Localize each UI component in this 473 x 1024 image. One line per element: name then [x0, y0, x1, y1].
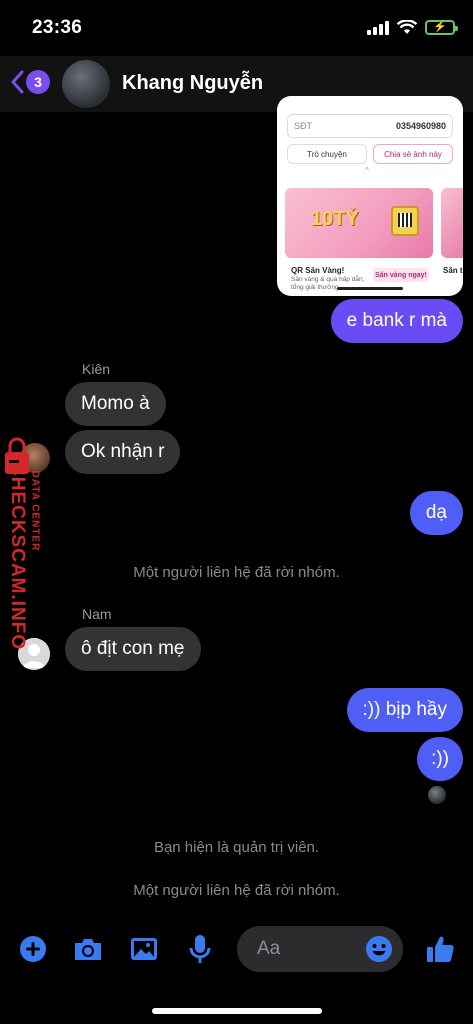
system-message: Một người liên hệ đã rời nhóm. [133, 564, 340, 581]
camera-button[interactable] [71, 932, 105, 966]
qr-icon [391, 206, 419, 236]
message-input[interactable]: Aa [237, 926, 403, 972]
contact-avatar[interactable] [62, 60, 110, 108]
emoji-icon[interactable] [365, 935, 393, 963]
message-outgoing[interactable]: dạ [409, 491, 463, 535]
chevron-up-icon: ^ [365, 166, 369, 175]
promo-title: QR Săn Vàng! [291, 266, 345, 275]
mic-icon [189, 935, 211, 963]
system-message: Một người liên hệ đã rời nhóm. [133, 882, 340, 899]
signal-icon [367, 20, 389, 35]
unread-badge: 3 [26, 70, 50, 94]
home-indicator [152, 1008, 322, 1014]
battery-icon: ⚡ [425, 20, 458, 35]
voice-button[interactable] [183, 932, 217, 966]
card-buttons: Trò chuyện Chia sẻ ảnh này [287, 144, 453, 164]
message-outgoing[interactable]: e bank r mà [330, 299, 463, 343]
chevron-left-icon [11, 70, 24, 94]
promo-side-title: Săn t [443, 266, 463, 275]
back-button[interactable]: 3 [10, 70, 50, 94]
plus-icon [20, 936, 46, 962]
status-bar: 23:36 ⚡ [0, 0, 473, 56]
phone-value: 0354960980 [395, 121, 446, 131]
watermark: DATA CENTER CHECKSCAM.INFO [4, 436, 44, 666]
message-incoming[interactable]: Momo à [65, 382, 166, 426]
status-icons: ⚡ [367, 20, 458, 35]
composer-bar: Aa [0, 924, 473, 974]
home-indicator-in-image [337, 287, 403, 290]
gallery-button[interactable] [127, 932, 161, 966]
plus-button[interactable] [16, 932, 50, 966]
system-message: Bạn hiện là quản trị viên. [153, 839, 320, 856]
sender-name: Nam [82, 606, 112, 622]
like-icon [427, 936, 454, 962]
message-incoming[interactable]: Ok nhận r [65, 430, 181, 474]
phone-row: SĐT 0354960980 [287, 114, 453, 138]
like-button[interactable] [423, 932, 457, 966]
status-time: 23:36 [32, 17, 83, 38]
promo-cta: Săn vàng ngay! [373, 268, 429, 282]
chat-button: Trò chuyện [287, 144, 367, 164]
image-icon [131, 938, 157, 960]
sender-name: Kiên [82, 361, 111, 377]
message-outgoing[interactable]: :)) [417, 737, 463, 781]
message-incoming[interactable]: ô địt con mẹ [65, 627, 201, 671]
shared-image[interactable]: SĐT 0354960980 Trò chuyện Chia sẻ ảnh nà… [277, 96, 463, 296]
camera-icon [75, 939, 101, 960]
promo-banner-second [441, 188, 463, 258]
promo-banner: 10TỶ [285, 188, 433, 258]
promo-amount: 10TỶ [311, 208, 359, 230]
message-input-placeholder: Aa [257, 938, 281, 959]
seen-avatar [428, 786, 446, 804]
share-image-button: Chia sẻ ảnh này [373, 144, 453, 164]
watermark-sub: DATA CENTER [29, 470, 41, 552]
wifi-icon [397, 20, 417, 34]
contact-name[interactable]: Khang Nguyễn [122, 72, 263, 95]
phone-label: SĐT [294, 121, 312, 131]
watermark-main: CHECKSCAM.INFO [7, 462, 28, 651]
message-outgoing[interactable]: :)) bịp hầy [346, 688, 463, 732]
